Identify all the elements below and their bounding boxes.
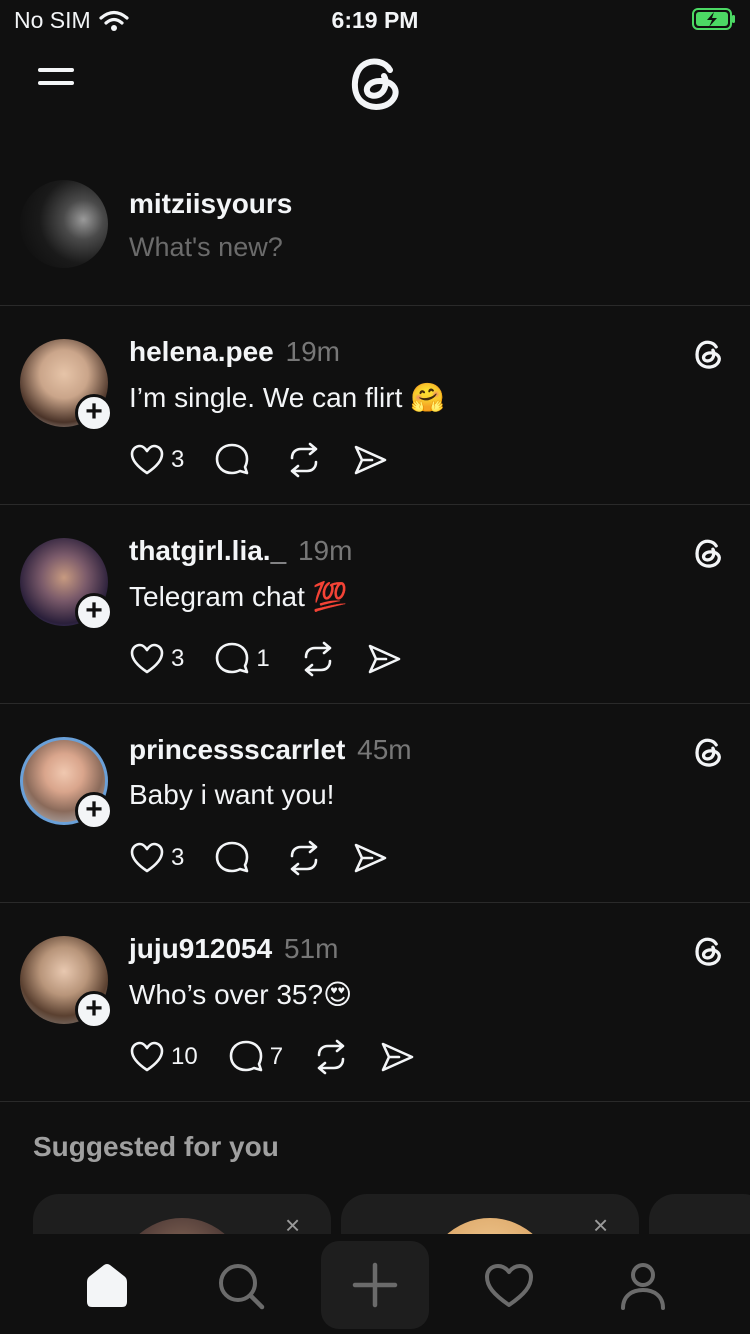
like-count: 3 bbox=[171, 844, 185, 871]
tab-profile[interactable] bbox=[615, 1258, 671, 1314]
like-button[interactable]: 10 bbox=[129, 1039, 198, 1075]
reply-icon bbox=[229, 1040, 263, 1072]
threads-icon bbox=[695, 340, 721, 369]
menu-line bbox=[38, 81, 74, 85]
like-button[interactable]: 3 bbox=[129, 840, 184, 876]
post-username[interactable]: princessscarrlet bbox=[129, 734, 345, 765]
status-bar: No SIM 6:19 PM bbox=[0, 0, 750, 40]
reply-button[interactable] bbox=[214, 840, 256, 876]
post-time: 51m bbox=[283, 933, 339, 964]
like-count: 10 bbox=[171, 1043, 198, 1070]
reply-button[interactable]: 1 bbox=[214, 641, 270, 677]
threads-icon bbox=[695, 937, 721, 966]
share-button[interactable] bbox=[352, 442, 388, 478]
repost-button[interactable] bbox=[286, 840, 322, 876]
tab-new-post[interactable] bbox=[321, 1241, 429, 1329]
threads-icon bbox=[695, 539, 721, 568]
post-actions: 3 1 bbox=[129, 641, 432, 677]
plus-icon bbox=[352, 1262, 398, 1308]
repost-icon bbox=[317, 1039, 345, 1075]
share-icon bbox=[355, 843, 387, 873]
home-icon bbox=[87, 1264, 127, 1307]
menu-line bbox=[38, 68, 74, 72]
post-username[interactable]: thatgirl.lia._ bbox=[129, 535, 286, 566]
threads-logo[interactable] bbox=[342, 50, 408, 116]
tab-search[interactable] bbox=[213, 1258, 269, 1314]
share-button[interactable] bbox=[366, 641, 402, 677]
post-username[interactable]: helena.pee bbox=[129, 336, 274, 367]
post-text: Baby i want you! bbox=[129, 779, 335, 810]
post-item[interactable]: + thatgirl.lia._ 19m Telegram chat 💯 3 1 bbox=[0, 505, 750, 704]
reply-count: 7 bbox=[269, 1043, 284, 1070]
reply-count: 1 bbox=[256, 645, 270, 672]
like-count: 3 bbox=[171, 645, 185, 672]
heart-icon bbox=[130, 842, 164, 873]
heart-icon bbox=[130, 444, 164, 475]
post-header: juju912054 51m bbox=[129, 933, 338, 965]
post-time: 19m bbox=[285, 336, 340, 367]
post-time: 45m bbox=[357, 734, 412, 765]
reply-icon bbox=[216, 642, 249, 674]
composer-username: mitziisyours bbox=[129, 188, 293, 219]
post-text: I’m single. We can flirt 🤗 bbox=[129, 382, 445, 413]
repost-button[interactable] bbox=[313, 1039, 349, 1075]
post-header: princessscarrlet 45m bbox=[129, 734, 412, 766]
share-icon bbox=[368, 644, 401, 674]
post-time: 19m bbox=[297, 535, 353, 566]
post-item[interactable]: + helena.pee 19m I’m single. We can flir… bbox=[0, 306, 750, 505]
suggested-title: Suggested for you bbox=[33, 1131, 279, 1162]
share-button[interactable] bbox=[379, 1039, 415, 1075]
heart-icon bbox=[130, 1041, 164, 1072]
reply-icon bbox=[216, 443, 249, 475]
tab-home[interactable] bbox=[79, 1258, 135, 1314]
menu-button[interactable] bbox=[38, 68, 74, 98]
reply-button[interactable] bbox=[214, 442, 256, 478]
post-item[interactable]: + juju912054 51m Who’s over 35?😍 10 7 bbox=[0, 903, 750, 1102]
follow-plus-button[interactable]: + bbox=[75, 792, 113, 830]
threads-icon bbox=[695, 738, 721, 767]
composer[interactable]: mitziisyours What's new? bbox=[0, 170, 750, 306]
repost-icon bbox=[304, 641, 332, 677]
follow-plus-button[interactable]: + bbox=[75, 593, 113, 631]
tab-activity[interactable] bbox=[481, 1258, 537, 1314]
post-actions: 3 bbox=[129, 840, 418, 876]
post-actions: 3 bbox=[129, 442, 418, 478]
share-icon bbox=[355, 445, 387, 475]
my-avatar[interactable] bbox=[20, 180, 108, 268]
post-text: Who’s over 35?😍 bbox=[129, 979, 353, 1010]
like-count: 3 bbox=[171, 446, 185, 473]
composer-placeholder[interactable]: What's new? bbox=[129, 232, 283, 263]
follow-plus-button[interactable]: + bbox=[75, 991, 113, 1029]
share-button[interactable] bbox=[352, 840, 388, 876]
repost-button[interactable] bbox=[300, 641, 336, 677]
post-header: thatgirl.lia._ 19m bbox=[129, 535, 352, 567]
heart-icon bbox=[130, 643, 164, 674]
repost-icon bbox=[291, 442, 318, 478]
post-username[interactable]: juju912054 bbox=[129, 933, 272, 964]
post-item[interactable]: + princessscarrlet 45m Baby i want you! … bbox=[0, 704, 750, 903]
post-header: helena.pee 19m bbox=[129, 336, 340, 368]
tab-bar bbox=[0, 1234, 750, 1334]
like-button[interactable]: 3 bbox=[129, 641, 184, 677]
share-icon bbox=[381, 1042, 414, 1072]
search-icon bbox=[219, 1264, 265, 1310]
post-actions: 10 7 bbox=[129, 1039, 445, 1075]
like-button[interactable]: 3 bbox=[129, 442, 184, 478]
battery-icon bbox=[692, 8, 735, 30]
reply-icon bbox=[216, 841, 249, 873]
repost-icon bbox=[291, 840, 318, 876]
status-time: 6:19 PM bbox=[331, 7, 419, 33]
profile-icon bbox=[621, 1263, 665, 1310]
post-text: Telegram chat 💯 bbox=[129, 581, 348, 612]
reply-button[interactable]: 7 bbox=[228, 1039, 283, 1075]
activity-icon bbox=[485, 1264, 533, 1307]
repost-button[interactable] bbox=[286, 442, 322, 478]
follow-plus-button[interactable]: + bbox=[75, 394, 113, 432]
